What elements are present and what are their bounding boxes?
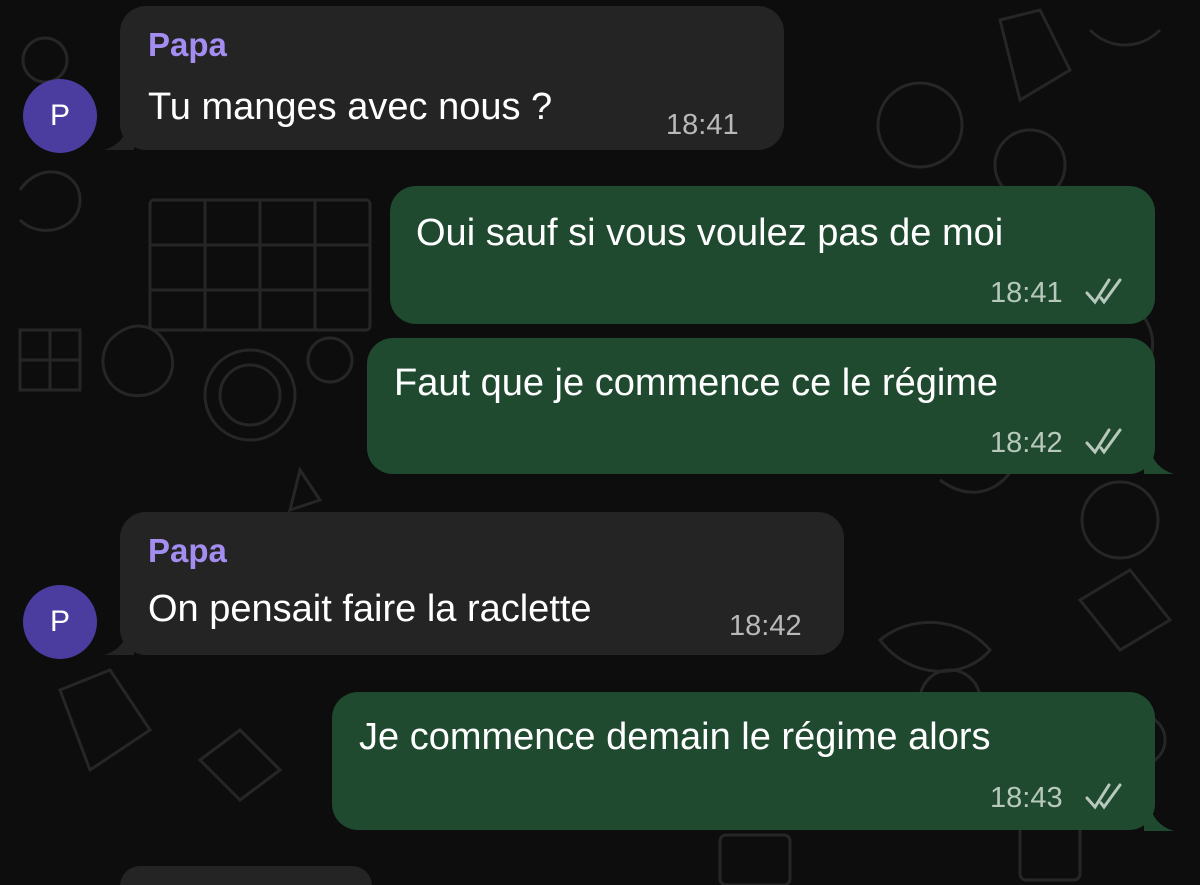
avatar-initial: P (49, 99, 70, 132)
message-time: 18:41 (666, 109, 739, 141)
read-double-check-icon (1085, 783, 1122, 810)
avatar-initial: P (49, 605, 70, 638)
message-text: Faut que je commence ce le régime (394, 362, 999, 404)
message-bubble-incoming[interactable]: Papa Tu manges avec nous ? 18:41 (120, 6, 784, 150)
contact-avatar[interactable]: P (23, 585, 97, 659)
contact-avatar[interactable]: P (23, 79, 97, 153)
message-time: 18:43 (990, 782, 1063, 814)
message-bubble-incoming[interactable] (120, 866, 372, 885)
read-double-check-icon (1085, 428, 1122, 455)
chat-area[interactable]: P Papa Tu manges avec nous ? 18:41 Oui s… (0, 0, 1200, 885)
message-time: 18:42 (729, 610, 802, 642)
sender-name[interactable]: Papa (148, 532, 227, 570)
message-text: Oui sauf si vous voulez pas de moi (416, 212, 1004, 254)
message-bubble-incoming[interactable]: Papa On pensait faire la raclette 18:42 (120, 512, 844, 655)
message-text: On pensait faire la raclette (148, 588, 592, 630)
read-double-check-icon (1085, 278, 1122, 305)
message-time: 18:41 (990, 277, 1063, 309)
message-bubble-outgoing[interactable]: Oui sauf si vous voulez pas de moi 18:41 (390, 186, 1155, 324)
message-bubble-outgoing[interactable]: Je commence demain le régime alors 18:43 (332, 692, 1155, 830)
message-time: 18:42 (990, 427, 1063, 459)
sender-name[interactable]: Papa (148, 26, 227, 64)
message-text: Je commence demain le régime alors (359, 716, 991, 758)
message-text: Tu manges avec nous ? (148, 86, 553, 128)
message-bubble-outgoing[interactable]: Faut que je commence ce le régime 18:42 (367, 338, 1155, 474)
